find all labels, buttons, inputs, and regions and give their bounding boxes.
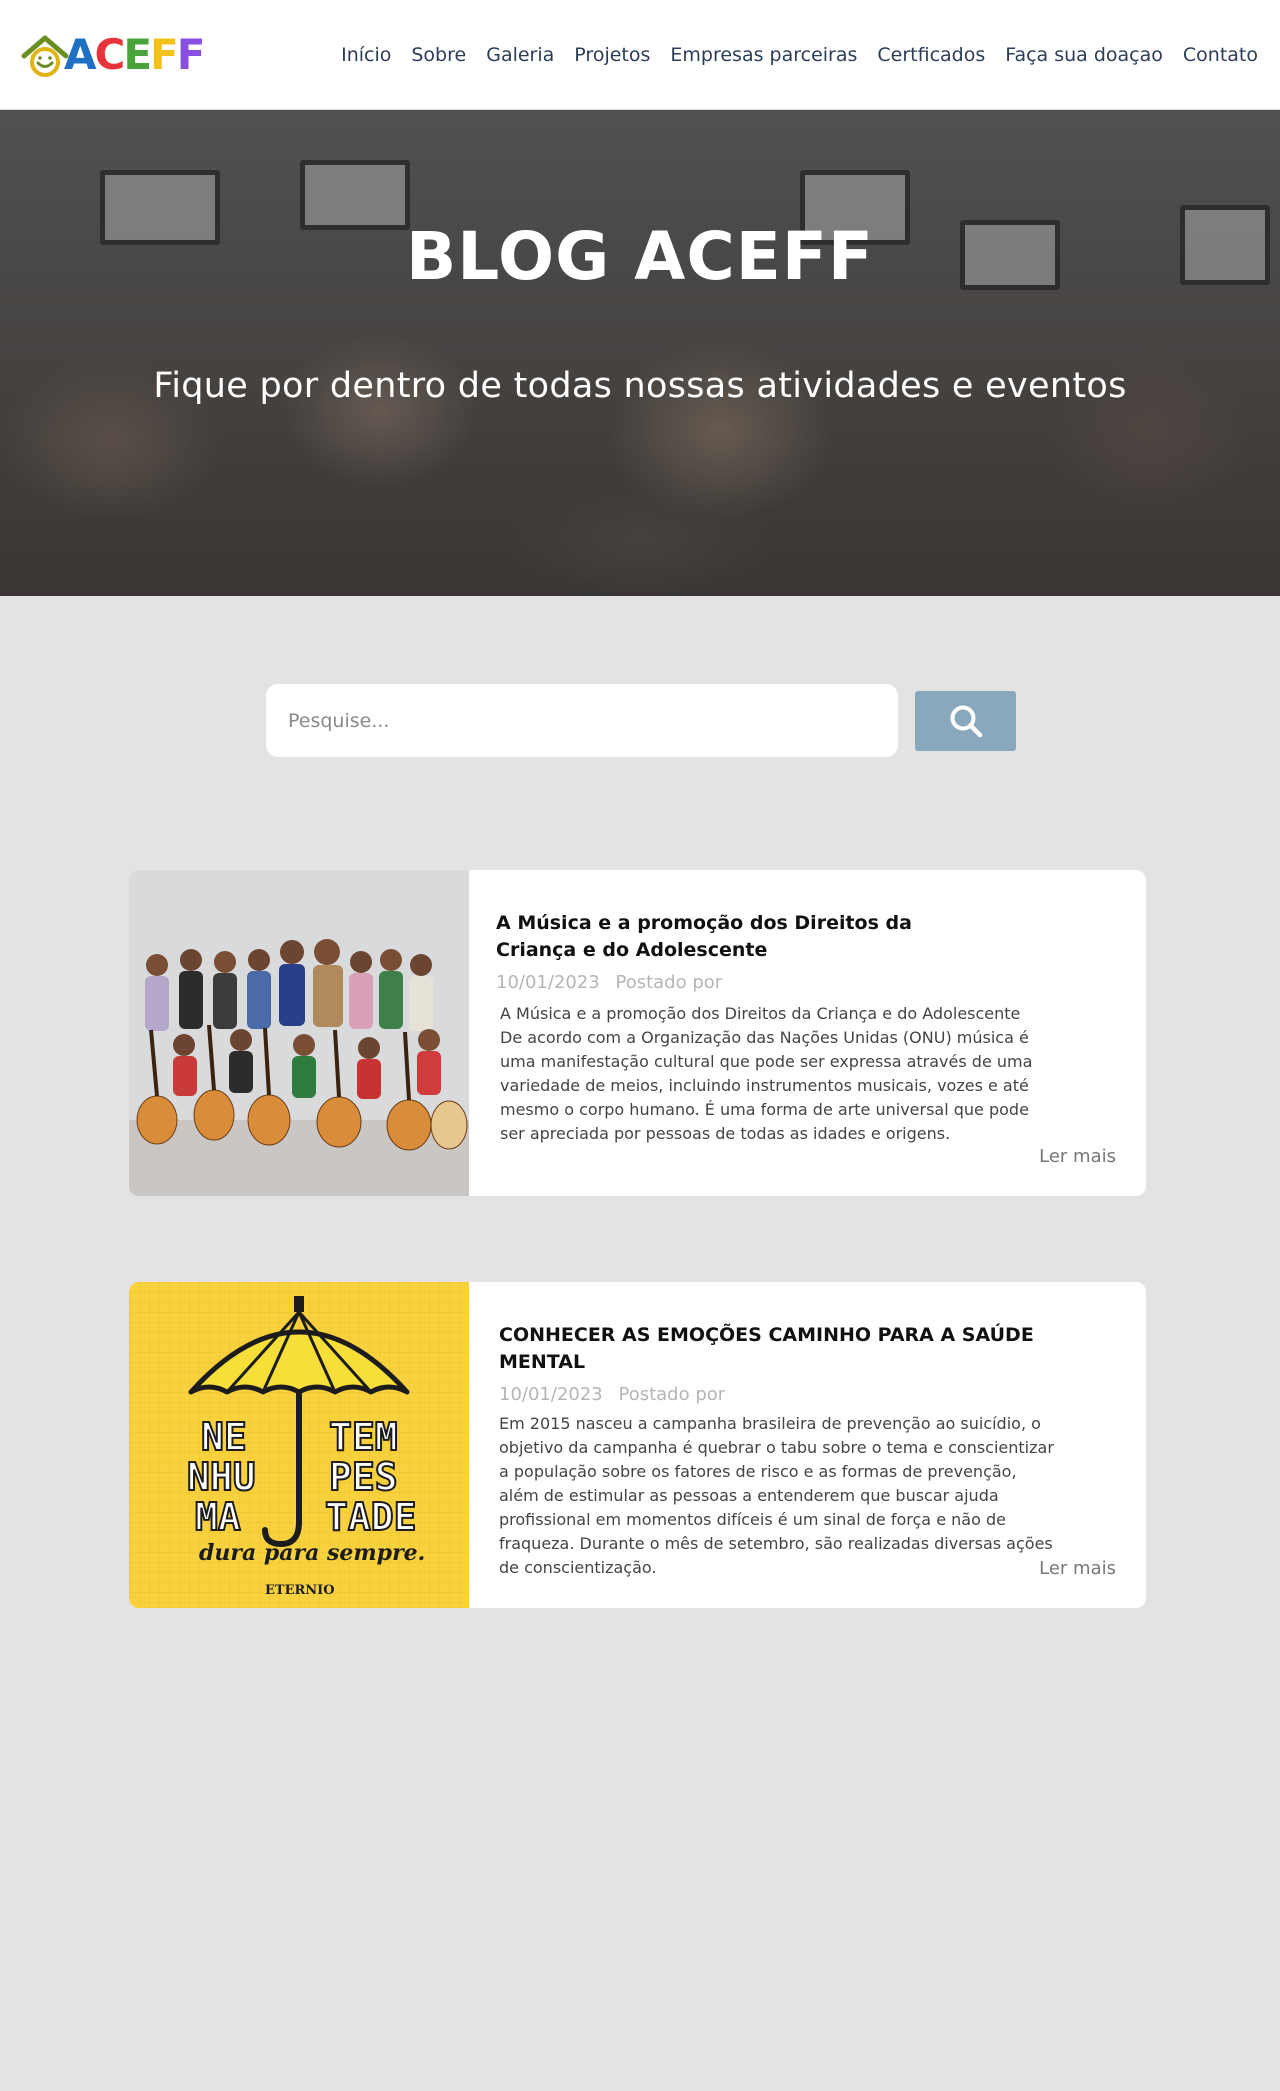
- house-smile-icon: [21, 35, 69, 77]
- read-more-link[interactable]: Ler mais: [1039, 1146, 1116, 1167]
- hero-overlay: [0, 110, 1280, 596]
- nav-item-projetos[interactable]: Projetos: [574, 40, 650, 70]
- post-body: CONHECER AS EMOÇÕES CAMINHO PARA A SAÚDE…: [469, 1282, 1146, 1608]
- nav-item-sobre[interactable]: Sobre: [411, 40, 466, 70]
- post-meta: 10/01/2023 Postado por: [499, 1384, 725, 1405]
- post-excerpt: A Música e a promoção dos Direitos da Cr…: [500, 1004, 1033, 1143]
- post-author: Postado por: [618, 1384, 726, 1405]
- post-body: A Música e a promoção dos Direitos da Cr…: [469, 870, 1146, 1196]
- hero-subtitle: Fique por dentro de todas nossas ativida…: [153, 366, 1127, 406]
- post-card: A Música e a promoção dos Direitos da Cr…: [129, 870, 1146, 1196]
- poster-left-line-1: NE: [201, 1415, 247, 1459]
- search-input[interactable]: [266, 684, 898, 757]
- post-meta: 10/01/2023 Postado por: [496, 972, 722, 993]
- poster-left-line-3: MA: [195, 1495, 241, 1539]
- logo-text: ACEFF: [64, 30, 205, 79]
- post-image[interactable]: NE NHU MA TEM PES TADE dura para sempre.…: [129, 1282, 469, 1608]
- site-header: ACEFF Início Sobre Galeria Projetos Empr…: [0, 0, 1280, 110]
- post-image[interactable]: [129, 870, 469, 1196]
- hero-banner: BLOG ACEFF Fique por dentro de todas nos…: [0, 110, 1280, 596]
- poster-right-line-2: PES: [329, 1455, 398, 1499]
- search-button[interactable]: [915, 691, 1016, 751]
- post-author: Postado por: [615, 972, 723, 993]
- logo[interactable]: ACEFF: [20, 32, 210, 78]
- poster-right-line-3: TADE: [325, 1495, 417, 1539]
- post-title[interactable]: A Música e a promoção dos Direitos da Cr…: [496, 910, 986, 964]
- nav-item-empresas-parceiras[interactable]: Empresas parceiras: [670, 40, 857, 70]
- umbrella-poster-image: NE NHU MA TEM PES TADE dura para sempre.…: [129, 1282, 469, 1608]
- hero-title: BLOG ACEFF: [405, 218, 875, 295]
- search-icon: [950, 705, 982, 738]
- poster-right-line-1: TEM: [329, 1415, 398, 1459]
- kids-with-guitars-photo: [129, 870, 469, 1196]
- post-date: 10/01/2023: [496, 972, 600, 993]
- poster-left-line-2: NHU: [187, 1455, 256, 1499]
- read-more-link[interactable]: Ler mais: [1039, 1558, 1116, 1579]
- poster-tagline: dura para sempre.: [199, 1540, 425, 1566]
- nav-item-galeria[interactable]: Galeria: [486, 40, 554, 70]
- nav-item-contato[interactable]: Contato: [1183, 40, 1258, 70]
- main-nav: Início Sobre Galeria Projetos Empresas p…: [321, 40, 1258, 70]
- post-title[interactable]: CONHECER AS EMOÇÕES CAMINHO PARA A SAÚDE…: [499, 1322, 1039, 1376]
- nav-item-inicio[interactable]: Início: [341, 40, 391, 70]
- nav-item-doacao[interactable]: Faça sua doaçao: [1005, 40, 1163, 70]
- post-date: 10/01/2023: [499, 1384, 603, 1405]
- poster-brand: ETERNIO: [265, 1583, 335, 1598]
- post-card: NE NHU MA TEM PES TADE dura para sempre.…: [129, 1282, 1146, 1608]
- nav-item-certificados[interactable]: Certficados: [877, 40, 985, 70]
- post-excerpt: Em 2015 nasceu a campanha brasileira de …: [499, 1414, 1054, 1577]
